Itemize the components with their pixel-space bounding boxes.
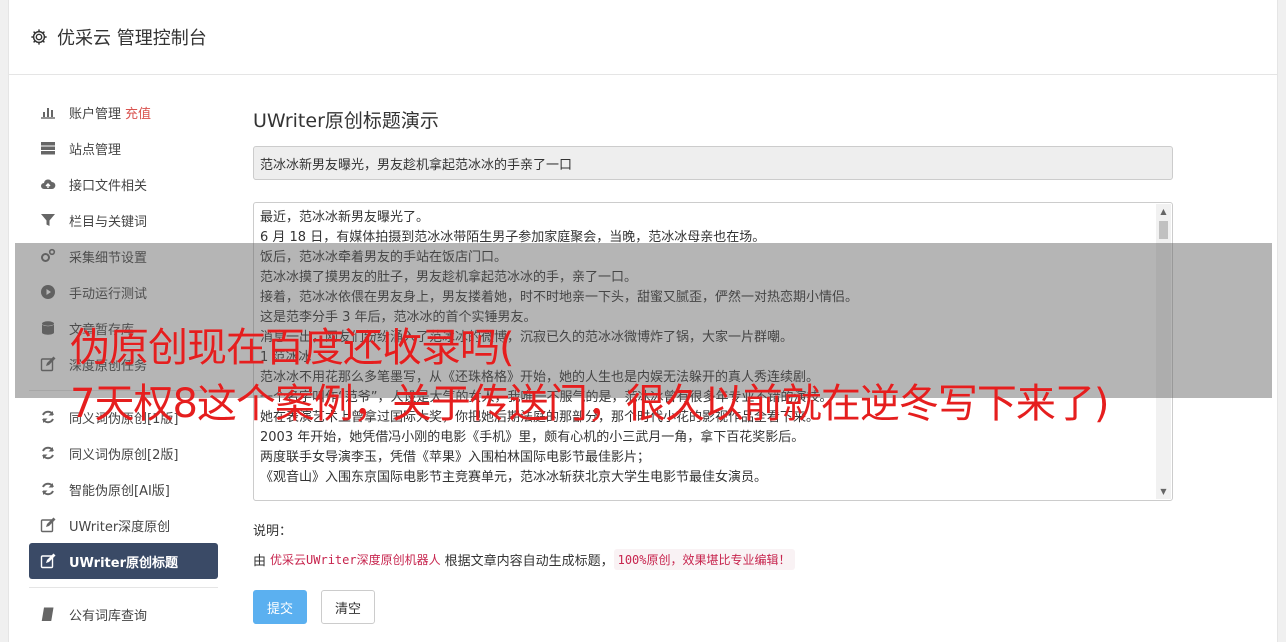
action-buttons: 提交 清空 bbox=[253, 590, 1173, 624]
sidebar-item-label: 智能伪原创[AI版] bbox=[69, 483, 170, 499]
sidebar-item-label: 栏目与关键词 bbox=[69, 214, 148, 230]
sidebar-item-label: 账户管理 bbox=[69, 106, 122, 122]
scroll-thumb[interactable] bbox=[1159, 221, 1168, 239]
sidebar-item-label: 接口文件相关 bbox=[69, 178, 148, 194]
sidebar-item-label: 公有词库查询 bbox=[69, 608, 148, 624]
filter-icon bbox=[39, 212, 57, 228]
sidebar-item-label: UWriter深度原创 bbox=[69, 519, 171, 535]
scroll-up-arrow-icon[interactable]: ▲ bbox=[1156, 204, 1171, 219]
article-line: 最近，范冰冰新男友曝光了。 bbox=[260, 210, 430, 225]
sidebar-divider bbox=[29, 587, 218, 588]
refresh-icon bbox=[39, 445, 57, 461]
article-line: 《观音山》入围东京国际电影节主竞赛单元，范冰冰斩获北京大学生电影节最佳女演员。 bbox=[260, 470, 768, 485]
note-middle: 根据文章内容自动生成标题， bbox=[444, 554, 614, 569]
note-label: 说明： bbox=[253, 524, 293, 539]
console-title: 优采云 管理控制台 bbox=[57, 28, 207, 49]
recharge-link[interactable]: 充值 bbox=[125, 103, 151, 122]
scroll-down-arrow-icon[interactable]: ▼ bbox=[1156, 484, 1171, 499]
watermark-text: 伪原创现在百度还收录吗( 7天权8这个案例，关于传送门，很久以前就在逆冬写下来了… bbox=[70, 320, 1110, 432]
watermark-line-1: 伪原创现在百度还收录吗( bbox=[70, 325, 515, 371]
sidebar-item-label: 站点管理 bbox=[69, 142, 122, 158]
gear-icon bbox=[29, 27, 49, 47]
generated-title-field[interactable]: 范冰冰新男友曝光，男友趁机拿起范冰冰的手亲了一口 bbox=[253, 146, 1173, 180]
sidebar-item[interactable]: 栏目与关键词 bbox=[29, 202, 218, 238]
note-highlight: 100%原创，效果堪比专业编辑！ bbox=[613, 549, 795, 570]
sidebar-item[interactable]: 账户管理 充值 bbox=[29, 94, 218, 130]
submit-button[interactable]: 提交 bbox=[253, 590, 307, 624]
note-line: 由 优采云UWriter深度原创机器人 根据文章内容自动生成标题， 100%原创… bbox=[253, 549, 1173, 570]
clear-button[interactable]: 清空 bbox=[321, 590, 375, 624]
note-prefix: 由 bbox=[253, 554, 267, 569]
sidebar-item-label: UWriter原创标题 bbox=[69, 555, 178, 571]
sidebar-item[interactable]: UWriter原创标题 bbox=[29, 543, 218, 579]
book-icon bbox=[39, 606, 57, 622]
sidebar-item-label: 同义词伪原创[2版] bbox=[69, 447, 179, 463]
sidebar-item[interactable]: UWriter深度原创 bbox=[29, 507, 218, 543]
edit-icon bbox=[39, 553, 57, 569]
edit-icon bbox=[39, 517, 57, 533]
refresh-icon bbox=[39, 481, 57, 497]
sidebar-item[interactable]: 同义词伪原创[2版] bbox=[29, 435, 218, 471]
page-title: UWriter原创标题演示 bbox=[253, 110, 439, 132]
sidebar-item[interactable]: 站点管理 bbox=[29, 130, 218, 166]
article-line: 两度联手女导演李玉，凭借《苹果》入围柏林国际电影节最佳影片； bbox=[260, 450, 651, 465]
sidebar-item[interactable]: 接口文件相关 bbox=[29, 166, 218, 202]
robot-name: 优采云UWriter深度原创机器人 bbox=[270, 553, 441, 567]
sidebar-item[interactable]: 公有词库查询 bbox=[29, 596, 218, 632]
bar-chart-icon bbox=[39, 104, 57, 120]
watermark-line-2: 7天权8这个案例，关于传送门，很久以前就在逆冬写下来了) bbox=[70, 381, 1110, 427]
sidebar-item[interactable]: 智能伪原创[AI版] bbox=[29, 471, 218, 507]
cloud-upload-icon bbox=[39, 176, 57, 192]
console-header: 优采云 管理控制台 bbox=[9, 0, 1277, 75]
server-icon bbox=[39, 140, 57, 156]
refresh-icon bbox=[39, 409, 57, 425]
